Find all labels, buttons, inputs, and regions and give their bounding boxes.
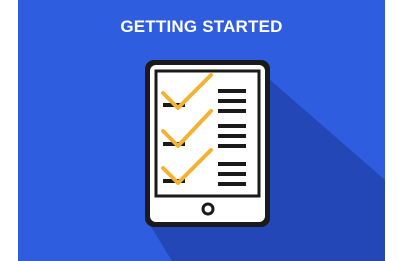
tablet-checklist-illustration (145, 60, 385, 261)
getting-started-banner: GETTING STARTED (18, 0, 385, 261)
